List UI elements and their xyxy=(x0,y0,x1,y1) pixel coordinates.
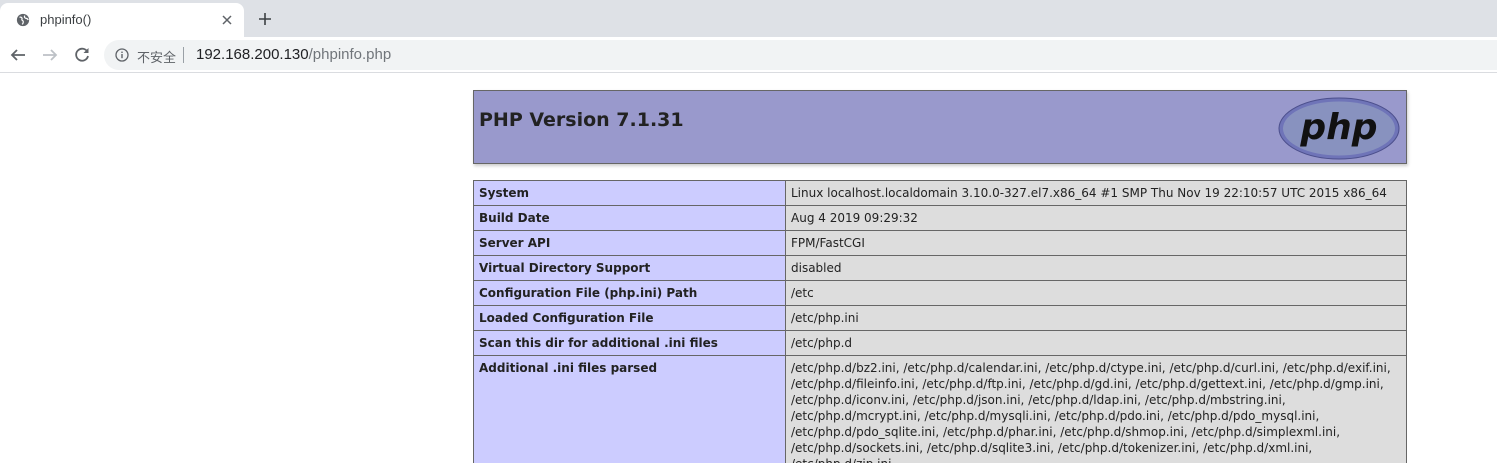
security-label[interactable]: 不安全 xyxy=(137,47,176,66)
table-row: Build Date Aug 4 2019 09:29:32 xyxy=(473,205,1407,231)
page-content: PHP Version 7.1.31 php System Linux local… xyxy=(0,74,1497,463)
plus-icon[interactable] xyxy=(256,10,274,28)
php-header: PHP Version 7.1.31 php xyxy=(473,90,1407,164)
row-key: Loaded Configuration File xyxy=(473,305,786,331)
row-value: FPM/FastCGI xyxy=(785,230,1407,256)
row-key: Build Date xyxy=(473,205,786,231)
table-row: Scan this dir for additional .ini files /… xyxy=(473,330,1407,356)
url-host: 192.168.200.130 xyxy=(196,46,309,63)
table-row: Configuration File (php.ini) Path/etc xyxy=(473,280,1407,306)
row-value: /etc/php.d/bz2.ini, /etc/php.d/calendar.… xyxy=(785,355,1407,463)
tab-phpinfo[interactable]: phpinfo() xyxy=(0,3,244,37)
table-row: Additional .ini files parsed/etc/php.d/b… xyxy=(473,355,1407,463)
close-icon[interactable] xyxy=(219,12,235,28)
table-row: Virtual Directory Support disabled xyxy=(473,255,1407,281)
browser-window: phpinfo() 不安全 192.168.200.130/phpinfo.ph… xyxy=(0,0,1497,463)
row-value: Aug 4 2019 09:29:32 xyxy=(785,205,1407,231)
tab-strip: phpinfo() xyxy=(0,0,1497,37)
row-value: /etc/php.d xyxy=(785,330,1407,356)
row-value: Linux localhost.localdomain 3.10.0-327.e… xyxy=(785,180,1407,206)
row-key: Additional .ini files parsed xyxy=(473,355,786,463)
row-value: /etc/php.ini xyxy=(785,305,1407,331)
back-arrow-icon[interactable] xyxy=(8,45,28,65)
info-icon[interactable] xyxy=(115,48,129,62)
row-key: Scan this dir for additional .ini files xyxy=(473,330,786,356)
row-key: Configuration File (php.ini) Path xyxy=(473,280,786,306)
page-title: PHP Version 7.1.31 xyxy=(479,109,684,131)
address-bar[interactable]: 不安全 192.168.200.130/phpinfo.php xyxy=(104,40,1497,70)
row-key: Server API xyxy=(473,230,786,256)
row-value: /etc xyxy=(785,280,1407,306)
svg-text:php: php xyxy=(1299,107,1377,148)
reload-icon[interactable] xyxy=(72,45,92,65)
row-key: System xyxy=(473,180,786,206)
globe-icon xyxy=(16,13,30,27)
url-path: /phpinfo.php xyxy=(308,46,392,63)
table-row: Loaded Configuration File/etc/php.ini xyxy=(473,305,1407,331)
toolbar: 不安全 192.168.200.130/phpinfo.php xyxy=(0,37,1497,73)
tab-title: phpinfo() xyxy=(40,12,92,27)
row-key: Virtual Directory Support xyxy=(473,255,786,281)
url-text[interactable]: 192.168.200.130/phpinfo.php xyxy=(196,46,391,63)
separator xyxy=(183,47,184,63)
row-value: disabled xyxy=(785,255,1407,281)
php-logo[interactable]: php xyxy=(1278,97,1400,160)
table-row: System Linux localhost.localdomain 3.10.0… xyxy=(473,180,1407,206)
info-table: System Linux localhost.localdomain 3.10.0… xyxy=(473,180,1407,463)
table-row: Server API FPM/FastCGI xyxy=(473,230,1407,256)
forward-arrow-icon[interactable] xyxy=(40,45,60,65)
